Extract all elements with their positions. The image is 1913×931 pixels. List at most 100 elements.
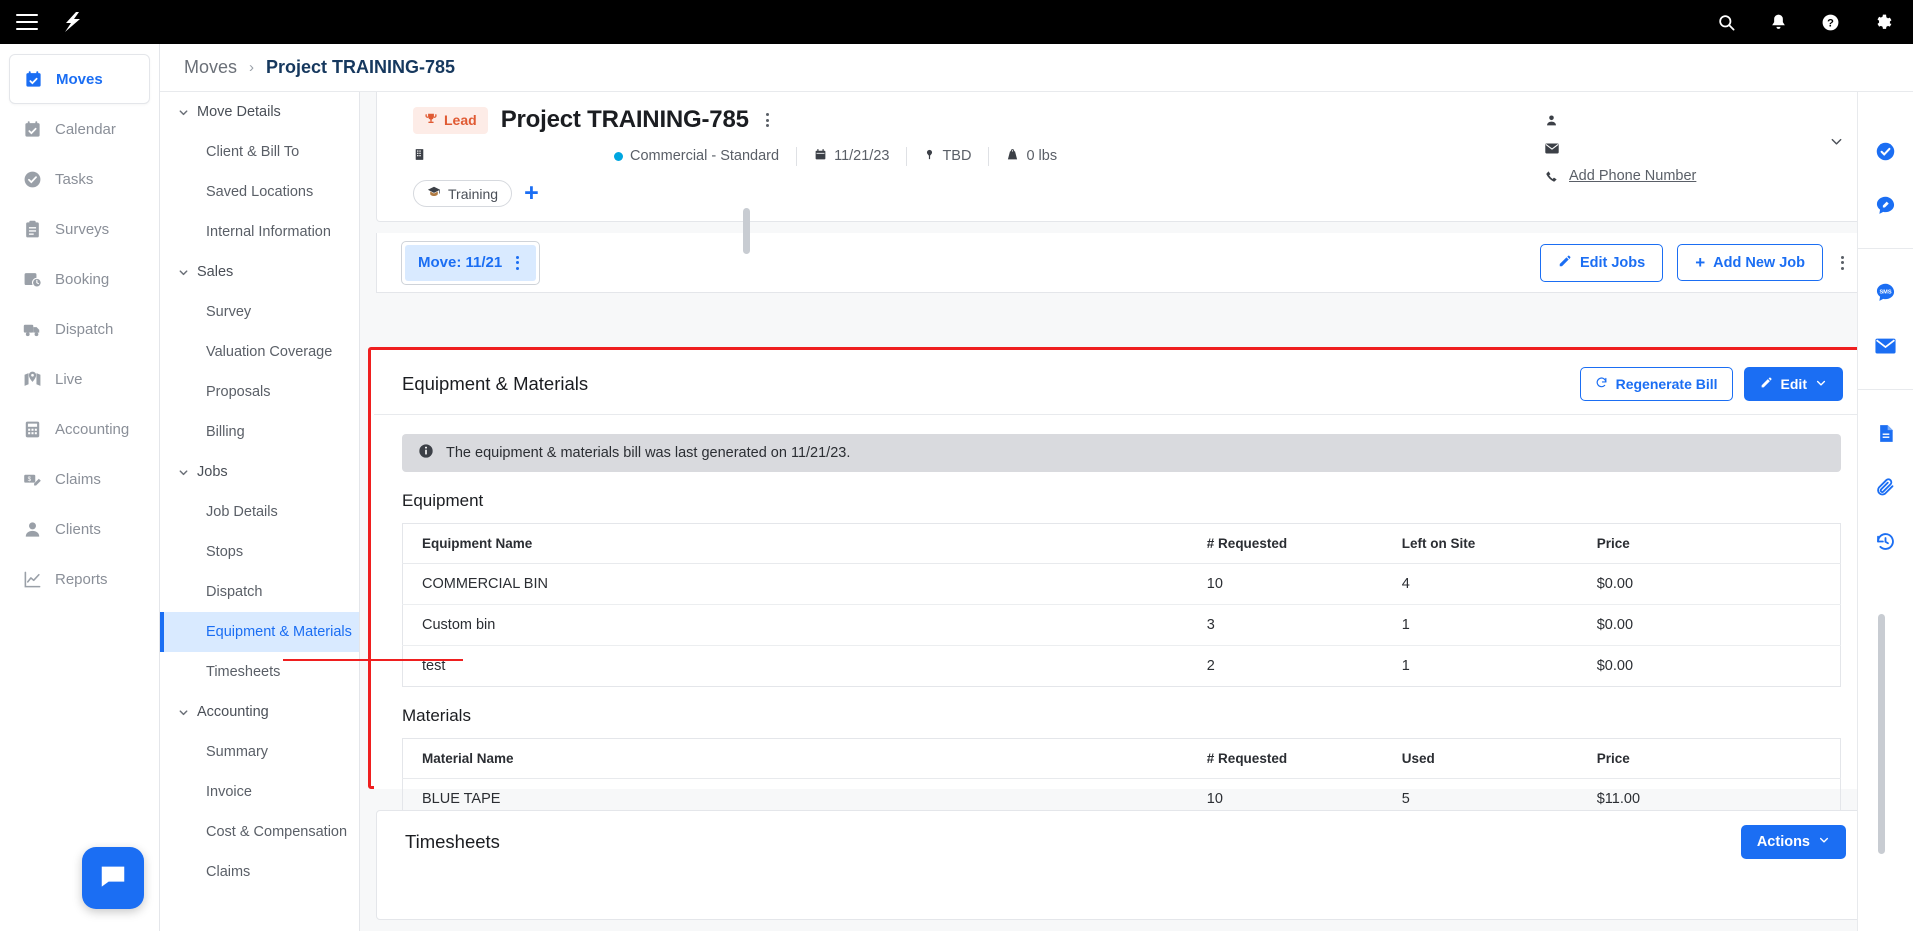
column-header-equipment-name[interactable]: Equipment Name <box>402 523 1207 564</box>
truck-icon <box>22 319 43 340</box>
subnav-item-job-details[interactable]: Job Details <box>160 492 359 532</box>
subnav-group-sales[interactable]: Sales <box>160 252 359 292</box>
email-icon[interactable] <box>1875 335 1897 357</box>
subnav-item-saved-locations[interactable]: Saved Locations <box>160 172 359 212</box>
subnav-item-client-bill-to[interactable]: Client & Bill To <box>160 132 359 172</box>
cell-requested: 3 <box>1206 604 1402 646</box>
history-clock-icon[interactable] <box>1875 530 1897 552</box>
column-header-left-on-site[interactable]: Left on Site <box>1401 523 1597 564</box>
add-new-job-button[interactable]: + Add New Job <box>1677 244 1823 281</box>
sidebar-item-moves[interactable]: Moves <box>9 54 150 104</box>
contact-block: Add Phone Number <box>1544 106 1844 190</box>
subnav-item-internal-information[interactable]: Internal Information <box>160 212 359 252</box>
tag-label: Training <box>448 185 499 202</box>
column-header-price[interactable]: Price <box>1596 738 1841 779</box>
column-header-material-name[interactable]: Material Name <box>402 738 1207 779</box>
subnav-group-accounting[interactable]: Accounting <box>160 692 359 732</box>
meta-service-type-value: Commercial - Standard <box>630 148 780 164</box>
sidebar-item-tasks[interactable]: Tasks <box>9 154 150 204</box>
settings-icon[interactable] <box>1871 11 1893 33</box>
subnav-item-claims[interactable]: Claims <box>160 852 359 892</box>
add-tag-button[interactable]: + <box>524 181 539 206</box>
subnav-item-survey[interactable]: Survey <box>160 292 359 332</box>
table-row[interactable]: COMMERCIAL BIN 10 4 $0.00 <box>402 563 1841 605</box>
subnav-item-stops[interactable]: Stops <box>160 532 359 572</box>
subnav-item-cost-compensation[interactable]: Cost & Compensation <box>160 812 359 852</box>
cell-equipment-name: test <box>422 658 446 674</box>
edit-dropdown-button[interactable]: Edit <box>1743 366 1843 401</box>
sidebar-item-dispatch[interactable]: Dispatch <box>9 304 150 354</box>
hamburger-icon[interactable] <box>16 14 38 30</box>
breadcrumb-root[interactable]: Moves <box>184 57 237 78</box>
subnav-item-proposals[interactable]: Proposals <box>160 372 359 412</box>
edit-jobs-button[interactable]: Edit Jobs <box>1539 243 1664 282</box>
subnav-item-label: Stops <box>206 544 244 560</box>
add-phone-number-link[interactable]: Add Phone Number <box>1569 168 1696 184</box>
status-badge[interactable]: Lead <box>413 106 488 134</box>
timesheets-actions-label: Actions <box>1756 834 1810 850</box>
attachments-paperclip-icon[interactable] <box>1875 476 1897 498</box>
help-icon[interactable]: ? <box>1819 11 1841 33</box>
column-header-used[interactable]: Used <box>1401 738 1597 779</box>
sms-icon[interactable]: SMS <box>1875 281 1897 303</box>
column-header-requested[interactable]: # Requested <box>1206 523 1402 564</box>
sidebar-item-accounting[interactable]: Accounting <box>9 404 150 454</box>
chat-widget-button[interactable] <box>82 847 144 909</box>
search-icon[interactable] <box>1715 11 1737 33</box>
svg-text:$: $ <box>28 476 32 483</box>
table-row[interactable]: Custom bin 3 1 $0.00 <box>402 604 1841 646</box>
job-tab-kebab-menu-icon[interactable] <box>512 252 523 274</box>
subnav-item-label: Internal Information <box>206 224 331 240</box>
edit-label: Edit <box>1780 375 1807 392</box>
subnav-item-valuation-coverage[interactable]: Valuation Coverage <box>160 332 359 372</box>
main-scrollbar[interactable] <box>1878 614 1885 854</box>
notifications-icon[interactable] <box>1767 11 1789 33</box>
timesheets-actions-button[interactable]: Actions <box>1740 825 1846 859</box>
chevron-down-icon <box>179 709 188 715</box>
table-header-row: Equipment Name # Requested Left on Site … <box>402 523 1841 564</box>
svg-text:SMS: SMS <box>1879 289 1891 295</box>
claim-dollar-icon: $ <box>22 469 43 490</box>
table-row[interactable]: test 2 1 $0.00 <box>403 646 1841 687</box>
subnav-item-equipment-materials[interactable]: Equipment & Materials <box>160 612 359 652</box>
sidebar-item-calendar[interactable]: Calendar <box>9 104 150 154</box>
svg-text:?: ? <box>1827 17 1834 29</box>
sidebar-item-clients[interactable]: Clients <box>9 504 150 554</box>
jobs-more-kebab-menu-icon[interactable] <box>1837 252 1848 274</box>
regenerate-bill-button[interactable]: Regenerate Bill <box>1579 366 1733 401</box>
subnav-group-move-details[interactable]: Move Details <box>160 92 359 132</box>
subnav-item-timesheets[interactable]: Timesheets <box>160 652 359 692</box>
subnav-item-summary[interactable]: Summary <box>160 732 359 772</box>
phone-icon <box>1544 170 1559 183</box>
chevron-down-icon[interactable] <box>1829 134 1844 154</box>
subnav-item-billing[interactable]: Billing <box>160 412 359 452</box>
sidebar-item-booking[interactable]: Booking <box>9 254 150 304</box>
info-banner-text: The equipment & materials bill was last … <box>446 445 851 461</box>
email-icon <box>1544 143 1559 154</box>
subnav-item-dispatch[interactable]: Dispatch <box>160 572 359 612</box>
sidebar-item-live[interactable]: Live <box>9 354 150 404</box>
subnav-group-jobs[interactable]: Jobs <box>160 452 359 492</box>
subnav-item-label: Client & Bill To <box>206 144 300 160</box>
detail-header-scrollbar[interactable] <box>743 208 750 254</box>
meta-location: TBD <box>906 146 988 166</box>
subnav-item-label: Proposals <box>206 384 271 400</box>
column-header-requested[interactable]: # Requested <box>1206 738 1402 779</box>
subnav-item-invoice[interactable]: Invoice <box>160 772 359 812</box>
sidebar-item-reports[interactable]: Reports <box>9 554 150 604</box>
brand-lightning-logo[interactable] <box>60 9 86 35</box>
sidebar-item-claims[interactable]: $ Claims <box>9 454 150 504</box>
subnav-group-label: Jobs <box>197 464 228 480</box>
title-kebab-menu-icon[interactable] <box>762 109 773 131</box>
column-header-price[interactable]: Price <box>1596 523 1841 564</box>
chart-icon <box>22 569 43 590</box>
sidebar-item-surveys[interactable]: Surveys <box>9 204 150 254</box>
primary-sidebar: Moves Calendar Tasks Surveys Booking Dis… <box>0 44 160 931</box>
breadcrumb-separator-icon: › <box>249 59 255 76</box>
notes-pencil-icon[interactable] <box>1875 194 1897 216</box>
cell-left-on-site: 1 <box>1401 604 1597 646</box>
documents-icon[interactable] <box>1875 422 1897 444</box>
tasks-check-icon[interactable] <box>1875 140 1897 162</box>
tag-training[interactable]: Training <box>413 180 513 207</box>
job-tab-move[interactable]: Move: 11/21 <box>405 244 537 281</box>
